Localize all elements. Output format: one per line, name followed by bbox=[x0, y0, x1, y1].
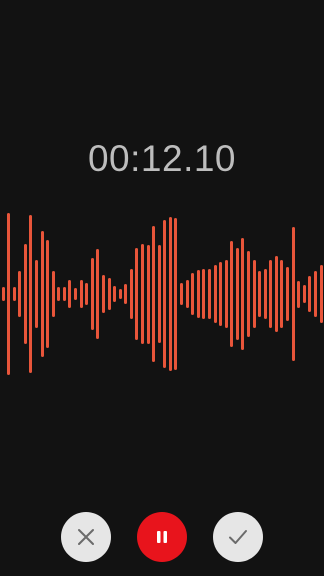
waveform-bar bbox=[34, 259, 38, 329]
waveform-bar bbox=[140, 243, 144, 345]
waveform-bar bbox=[302, 285, 306, 303]
waveform-bar bbox=[18, 270, 22, 318]
waveform-bar bbox=[291, 227, 295, 361]
waveform-bar bbox=[79, 279, 83, 309]
waveform-bar bbox=[274, 256, 278, 332]
waveform-bar bbox=[219, 261, 223, 327]
waveform-bar bbox=[124, 284, 128, 304]
pause-recording-button[interactable] bbox=[137, 512, 187, 562]
waveform-bar bbox=[74, 287, 78, 301]
waveform-bar bbox=[224, 259, 228, 329]
waveform-bar bbox=[85, 283, 89, 305]
waveform-bar bbox=[1, 286, 5, 302]
waveform-bar bbox=[57, 286, 61, 302]
waveform-bar bbox=[51, 270, 55, 318]
waveform-bar bbox=[213, 265, 217, 323]
save-recording-button[interactable] bbox=[213, 512, 263, 562]
waveform-bar bbox=[152, 225, 156, 363]
waveform-bar bbox=[174, 218, 178, 370]
waveform-bar bbox=[269, 259, 273, 329]
waveform-bar bbox=[90, 258, 94, 330]
waveform-bar bbox=[246, 250, 250, 338]
waveform-bar bbox=[280, 259, 284, 329]
waveform-bar bbox=[207, 268, 211, 320]
waveform-bar bbox=[40, 231, 44, 357]
waveform-bar bbox=[46, 240, 50, 348]
waveform-bar bbox=[252, 259, 256, 329]
waveform-bar bbox=[12, 286, 16, 302]
waveform-bar bbox=[62, 286, 66, 302]
waveform-bar bbox=[235, 248, 239, 340]
pause-icon bbox=[157, 531, 167, 543]
waveform-bar bbox=[230, 240, 234, 348]
discard-recording-button[interactable] bbox=[61, 512, 111, 562]
waveform-bar bbox=[135, 248, 139, 340]
waveform-bar bbox=[7, 213, 11, 375]
waveform-bar bbox=[129, 268, 133, 320]
waveform-bar bbox=[263, 268, 267, 320]
waveform-bar bbox=[68, 279, 72, 309]
audio-waveform bbox=[0, 204, 324, 384]
recording-controls bbox=[0, 512, 324, 562]
waveform-bar bbox=[319, 265, 323, 323]
waveform-bar bbox=[146, 244, 150, 344]
waveform-bar bbox=[107, 277, 111, 311]
waveform-bar bbox=[241, 238, 245, 350]
waveform-bar bbox=[113, 285, 117, 303]
waveform-bar bbox=[196, 269, 200, 319]
checkmark-icon bbox=[229, 530, 247, 544]
waveform-bar bbox=[297, 280, 301, 308]
waveform-bar bbox=[308, 276, 312, 312]
elapsed-time-display: 00:12.10 bbox=[87, 138, 237, 179]
waveform-bar bbox=[118, 288, 122, 300]
waveform-bar bbox=[202, 268, 206, 320]
waveform-bar bbox=[101, 275, 105, 313]
waveform-bar bbox=[313, 270, 317, 318]
waveform-bar bbox=[163, 220, 167, 368]
waveform-bar bbox=[185, 279, 189, 309]
waveform-bar bbox=[23, 243, 27, 345]
waveform-bar bbox=[180, 283, 184, 305]
waveform-bar bbox=[258, 270, 262, 318]
waveform-bar bbox=[29, 214, 33, 374]
close-icon bbox=[78, 529, 94, 545]
waveform-bar bbox=[157, 245, 161, 343]
waveform-bar bbox=[96, 249, 100, 339]
waveform-bar bbox=[191, 273, 195, 315]
waveform-bar bbox=[168, 216, 172, 372]
waveform-bar bbox=[286, 267, 290, 321]
